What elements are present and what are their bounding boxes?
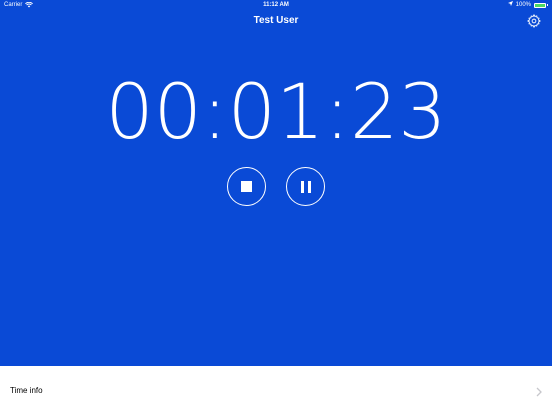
stop-icon <box>241 181 252 192</box>
timer-display: 00:01:23 <box>105 67 447 156</box>
battery-percent: 100% <box>515 2 531 8</box>
pause-button[interactable] <box>286 167 325 206</box>
status-right: 100% <box>507 0 548 10</box>
time-info-row[interactable]: Time info <box>0 366 552 414</box>
time-info-label: Time info <box>10 385 43 395</box>
status-time: 11:12 AM <box>263 2 289 8</box>
stop-button[interactable] <box>227 167 266 206</box>
pause-icon <box>300 180 311 193</box>
gear-icon <box>527 14 541 28</box>
status-bar: Carrier 11:12 AM 100% <box>0 0 552 10</box>
settings-button[interactable] <box>527 14 541 28</box>
battery-fill <box>535 3 545 7</box>
chevron-right-icon <box>536 384 542 402</box>
battery-icon <box>534 2 548 8</box>
timer-screen: Carrier 11:12 AM 100% Test User 00:01:23… <box>0 0 552 414</box>
location-arrow-icon <box>507 0 513 10</box>
nav-title: Test User <box>253 15 299 26</box>
